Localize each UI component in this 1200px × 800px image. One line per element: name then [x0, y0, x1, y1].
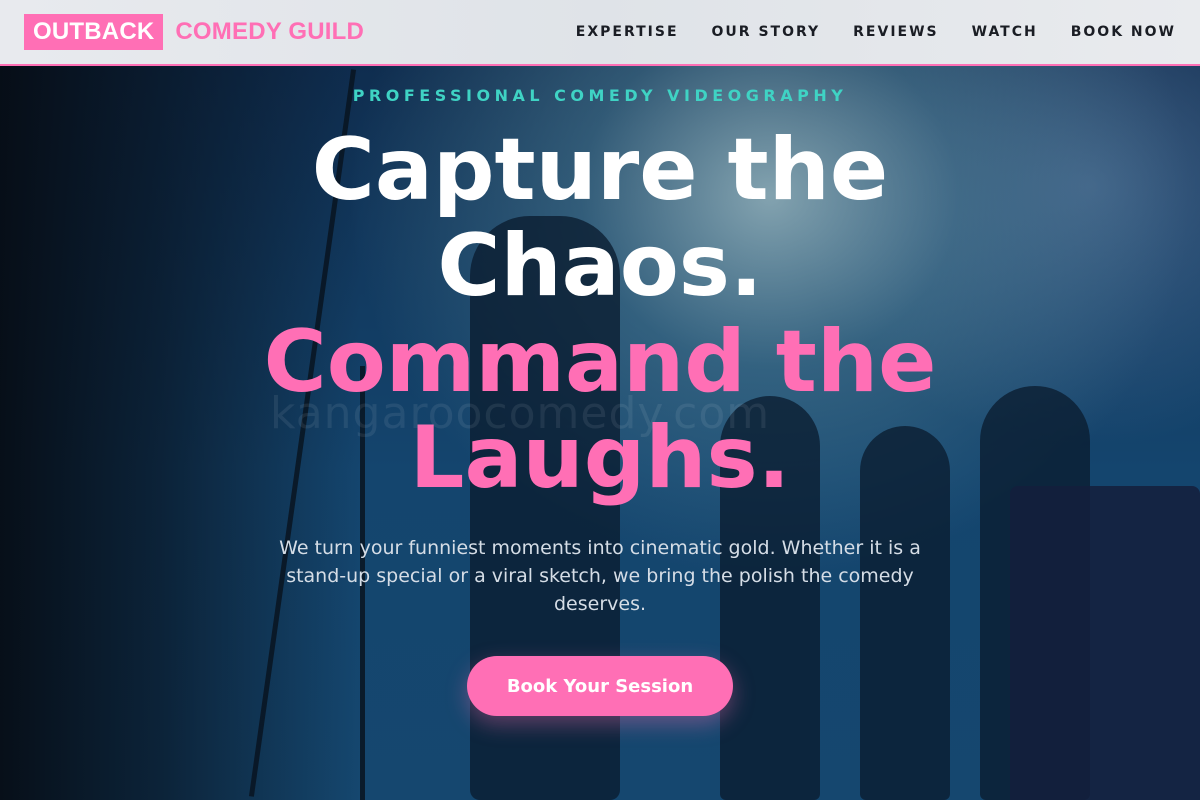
headline-line-3: Command the: [263, 312, 937, 412]
nav-book-now[interactable]: BOOK NOW: [1071, 24, 1176, 40]
hero-eyebrow: PROFESSIONAL COMEDY VIDEOGRAPHY: [352, 86, 848, 105]
nav-reviews[interactable]: REVIEWS: [853, 24, 938, 40]
main-nav: EXPERTISE OUR STORY REVIEWS WATCH BOOK N…: [543, 24, 1176, 40]
book-session-button[interactable]: Book Your Session: [467, 656, 733, 716]
headline-line-4: Laughs.: [409, 408, 791, 508]
headline-line-2: Chaos.: [437, 216, 763, 316]
nav-watch[interactable]: WATCH: [972, 24, 1038, 40]
logo-text: COMEDY GUILD: [175, 18, 365, 45]
sequin-table-silhouette: [1010, 486, 1200, 800]
logo[interactable]: OUTBACK COMEDY GUILD: [24, 14, 364, 50]
hero-subcopy: We turn your funniest moments into cinem…: [279, 537, 921, 615]
nav-our-story[interactable]: OUR STORY: [712, 24, 821, 40]
site-header: OUTBACK COMEDY GUILD EXPERTISE OUR STORY…: [0, 0, 1200, 66]
hero-headline: Capture the Chaos. Command the Laughs.: [0, 122, 1200, 506]
logo-mark: OUTBACK: [24, 14, 164, 50]
headline-line-1: Capture the: [311, 120, 889, 220]
nav-expertise[interactable]: EXPERTISE: [576, 24, 679, 40]
